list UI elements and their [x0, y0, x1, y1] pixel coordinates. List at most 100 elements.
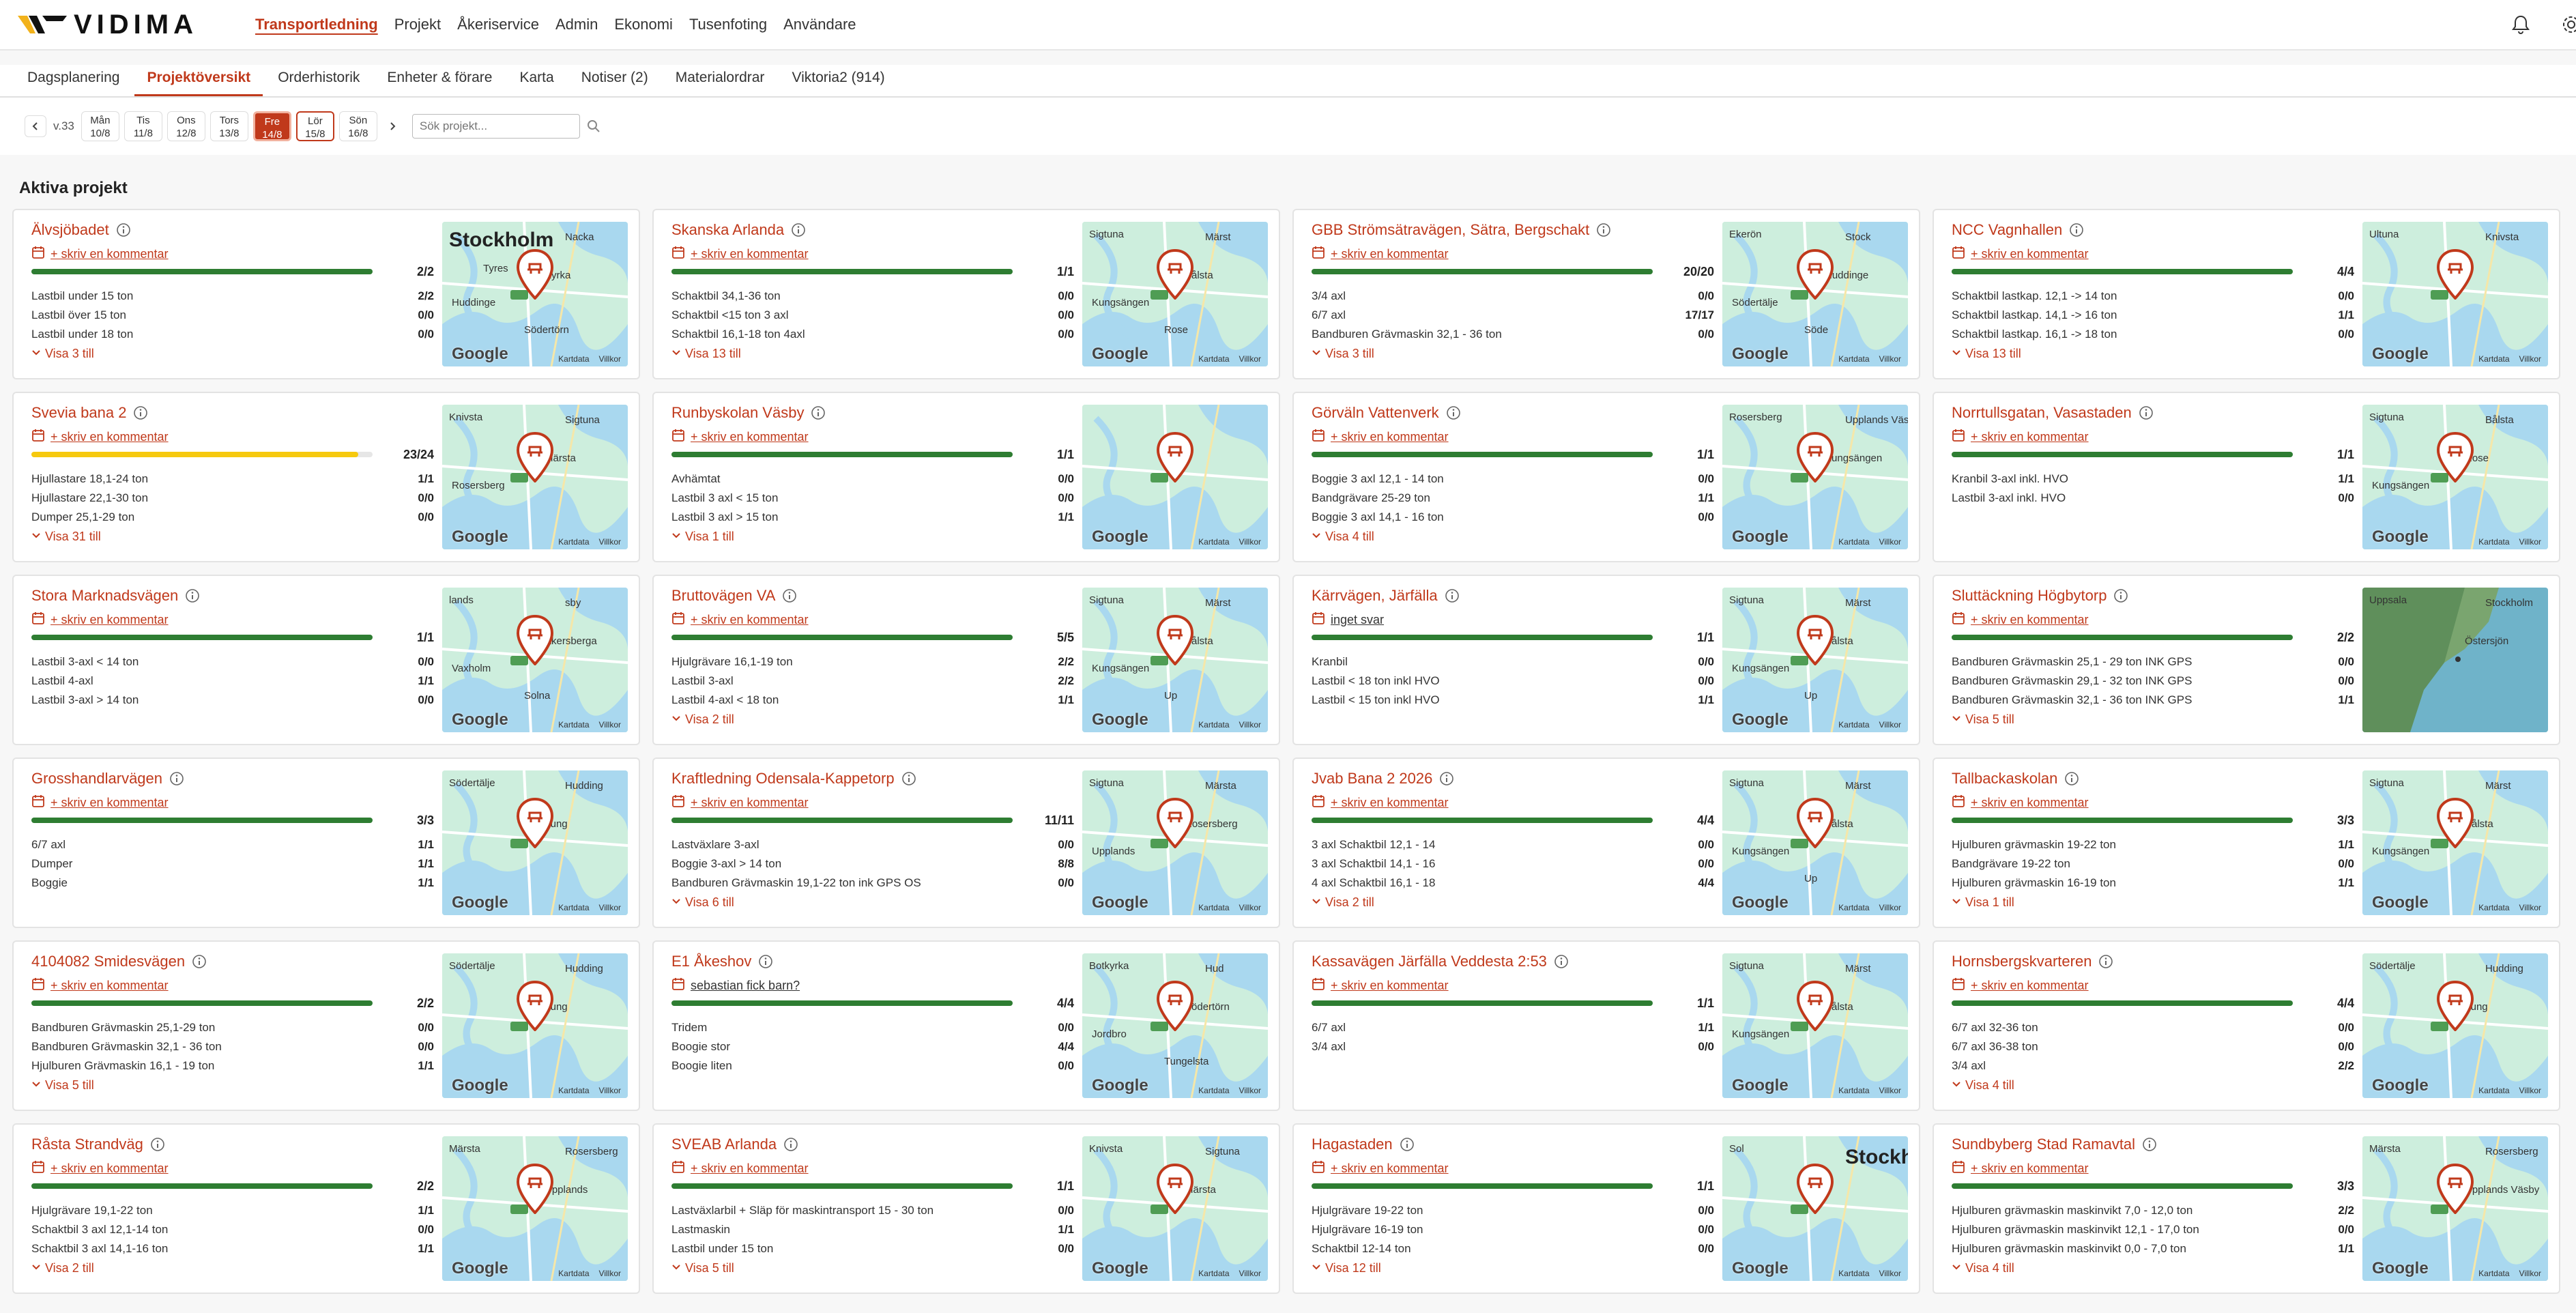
project-map[interactable]: Sigtuna Märst Bålsta Kungsängen Up Google Kart… [1082, 588, 1268, 732]
comment-button[interactable]: + skriv en kommentar [1312, 1160, 1449, 1177]
show-more-link[interactable]: Visa 5 till [1952, 712, 2014, 727]
info-icon[interactable] [2064, 771, 2079, 786]
map-terms-link[interactable]: Villkor [599, 1086, 621, 1095]
map-terms-link[interactable]: Villkor [599, 720, 621, 730]
nav-item-1[interactable]: Projekt [386, 0, 449, 49]
show-more-link[interactable]: Visa 31 till [31, 530, 101, 544]
comment-button[interactable]: + skriv en kommentar [671, 246, 809, 263]
show-more-link[interactable]: Visa 12 till [1312, 1261, 1381, 1275]
map-terms-link[interactable]: Villkor [1879, 720, 1901, 730]
map-terms-link[interactable]: Villkor [1239, 354, 1261, 364]
info-icon[interactable] [1554, 954, 1569, 969]
project-map[interactable]: Knivsta Sigtuna Märsta Rosersberg Google Kart… [442, 405, 628, 549]
map-terms-link[interactable]: Villkor [599, 1269, 621, 1278]
show-more-link[interactable]: Visa 2 till [671, 712, 734, 727]
map-terms-link[interactable]: Villkor [2519, 1086, 2541, 1095]
info-icon[interactable] [2098, 954, 2113, 969]
map-terms-link[interactable]: Villkor [2519, 1269, 2541, 1278]
comment-button[interactable]: + skriv en kommentar [31, 246, 169, 263]
tab-4[interactable]: Karta [507, 70, 566, 96]
show-more-link[interactable]: Visa 2 till [31, 1261, 94, 1275]
info-icon[interactable] [2113, 588, 2128, 603]
info-icon[interactable] [185, 588, 200, 603]
project-map[interactable]: Uppsala Stockholm Östersjön [2362, 588, 2548, 732]
project-map[interactable]: Sigtuna Bålsta Rose Kungsängen Google Kartdat… [2362, 405, 2548, 549]
project-title-link[interactable]: Kassavägen Järfälla Veddesta 2:53 [1312, 953, 1547, 970]
gear-icon[interactable] [2560, 13, 2576, 36]
project-map[interactable]: Sigtuna Märst Bålsta Kungsängen Up Google Kart… [1722, 588, 1908, 732]
project-title-link[interactable]: Görväln Vattenverk [1312, 404, 1439, 422]
project-map[interactable]: Ultuna Knivsta Google Kartdata Villkor [2362, 222, 2548, 366]
day-button[interactable]: Tors 13/8 [209, 111, 248, 141]
project-title-link[interactable]: Hagastaden [1312, 1136, 1393, 1153]
project-map[interactable]: Märsta Rosersberg Upplands Väsby Google Kart… [2362, 1136, 2548, 1281]
info-icon[interactable] [2069, 222, 2084, 237]
project-title-link[interactable]: NCC Vagnhallen [1952, 221, 2062, 239]
show-more-link[interactable]: Visa 4 till [1952, 1078, 2014, 1093]
day-button[interactable]: Fre 14/8 [252, 111, 291, 141]
project-map[interactable]: Sigtuna Märsta Rosersberg Upplands Google Kar… [1082, 770, 1268, 915]
nav-item-3[interactable]: Admin [547, 0, 606, 49]
comment-button[interactable]: + skriv en kommentar [1312, 246, 1449, 263]
project-title-link[interactable]: Jvab Bana 2 2026 [1312, 770, 1432, 788]
comment-button[interactable]: + skriv en kommentar [1952, 611, 2089, 629]
info-icon[interactable] [133, 405, 148, 420]
comment-button[interactable]: + skriv en kommentar [31, 977, 169, 994]
project-title-link[interactable]: Sundbyberg Stad Ramavtal [1952, 1136, 2135, 1153]
comment-button[interactable]: + skriv en kommentar [671, 1160, 809, 1177]
project-title-link[interactable]: SVEAB Arlanda [671, 1136, 777, 1153]
project-map[interactable]: Knivsta Sigtuna Märsta Google Kartdata Villko… [1082, 1136, 1268, 1281]
project-map[interactable]: Södertälje Hudding Tung Google Kartdata Villk… [2362, 953, 2548, 1098]
map-terms-link[interactable]: Villkor [1239, 720, 1261, 730]
map-terms-link[interactable]: Villkor [599, 903, 621, 912]
project-title-link[interactable]: Hornsbergskvarteren [1952, 953, 2092, 970]
comment-button[interactable]: + skriv en kommentar [1312, 794, 1449, 811]
project-map[interactable]: Stockholm Nacka Kyrka Huddinge Södertörn Tyre… [442, 222, 628, 366]
show-more-link[interactable]: Visa 13 till [1952, 347, 2021, 361]
comment-button[interactable]: + skriv en kommentar [31, 429, 169, 446]
day-button[interactable]: Mån 10/8 [81, 111, 119, 141]
info-icon[interactable] [1400, 1137, 1415, 1152]
tab-0[interactable]: Dagsplanering [15, 70, 132, 96]
tab-3[interactable]: Enheter & förare [375, 70, 504, 96]
project-map[interactable]: lands sby Åkersberga Vaxholm Solna Google Kart… [442, 588, 628, 732]
project-map[interactable]: Sigtuna Märst Bålsta Kungsängen Rose Google Ka… [1082, 222, 1268, 366]
map-terms-link[interactable]: Villkor [1879, 1269, 1901, 1278]
comment-button[interactable]: + skriv en kommentar [1952, 1160, 2089, 1177]
project-title-link[interactable]: Runbyskolan Väsby [671, 404, 804, 422]
project-title-link[interactable]: 4104082 Smidesvägen [31, 953, 185, 970]
comment-button[interactable]: + skriv en kommentar [1952, 429, 2089, 446]
info-icon[interactable] [1446, 405, 1461, 420]
project-map[interactable]: Södertälje Hudding Tung Google Kartdata Villk… [442, 953, 628, 1098]
comment-button[interactable]: + skriv en kommentar [1312, 977, 1449, 994]
project-map[interactable]: Södertälje Hudding Tung Google Kartdata Villk… [442, 770, 628, 915]
project-search-input[interactable] [411, 114, 580, 139]
nav-item-0[interactable]: Transportledning [247, 0, 386, 49]
comment-button[interactable]: + skriv en kommentar [671, 794, 809, 811]
show-more-link[interactable]: Visa 3 till [31, 347, 94, 361]
show-more-link[interactable]: Visa 6 till [671, 895, 734, 910]
map-terms-link[interactable]: Villkor [1239, 903, 1261, 912]
info-icon[interactable] [1445, 588, 1460, 603]
project-map[interactable]: Sigtuna Märst Bålsta Kungsängen Up Google Kart… [1722, 770, 1908, 915]
map-terms-link[interactable]: Villkor [1239, 1269, 1261, 1278]
tab-7[interactable]: Viktoria2 (914) [779, 70, 897, 96]
map-terms-link[interactable]: Villkor [1239, 537, 1261, 547]
project-map[interactable]: Sigtuna Märst Bålsta Kungsängen Google Kartda… [2362, 770, 2548, 915]
vidima-logo[interactable]: VIDIMA [18, 10, 236, 40]
project-title-link[interactable]: Älvsjöbadet [31, 221, 109, 239]
tab-6[interactable]: Materialordrar [663, 70, 777, 96]
project-title-link[interactable]: E1 Åkeshov [671, 953, 751, 970]
comment-button[interactable]: + skriv en kommentar [671, 611, 809, 629]
search-button[interactable] [580, 114, 607, 139]
map-terms-link[interactable]: Villkor [1879, 537, 1901, 547]
nav-item-2[interactable]: Åkeriservice [449, 0, 547, 49]
map-terms-link[interactable]: Villkor [2519, 354, 2541, 364]
info-icon[interactable] [1596, 222, 1611, 237]
info-icon[interactable] [1439, 771, 1454, 786]
project-map[interactable]: Ekerön Stock Huddinge Södertälje Söde Google K… [1722, 222, 1908, 366]
info-icon[interactable] [783, 1137, 798, 1152]
info-icon[interactable] [2142, 1137, 2157, 1152]
show-more-link[interactable]: Visa 3 till [1312, 347, 1374, 361]
map-terms-link[interactable]: Villkor [2519, 537, 2541, 547]
